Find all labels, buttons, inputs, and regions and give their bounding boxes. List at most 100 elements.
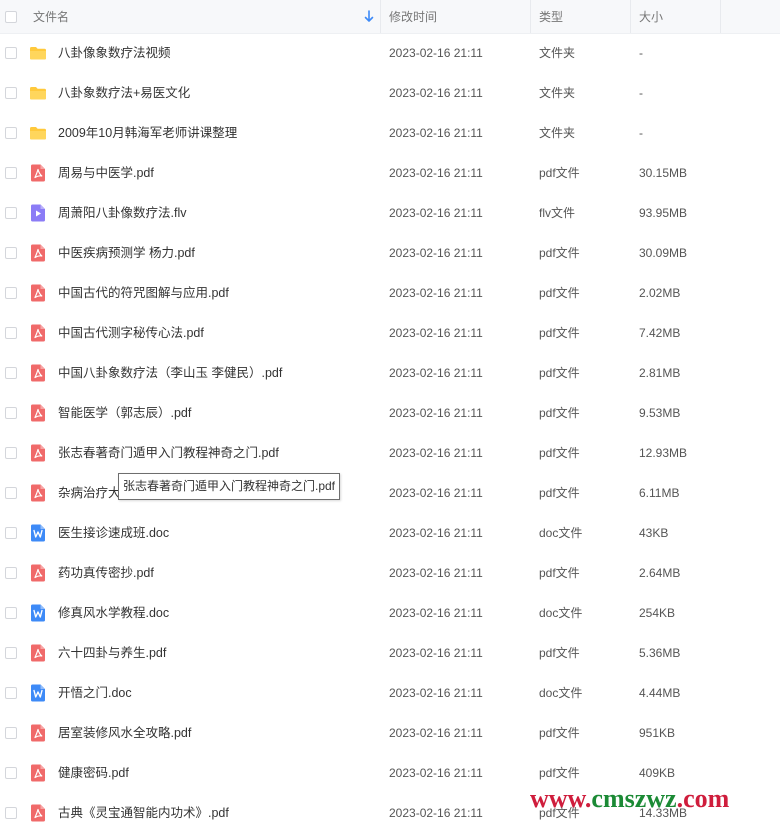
row-checkbox[interactable] (5, 167, 17, 179)
file-modified-time: 2023-02-16 21:11 (389, 446, 483, 460)
row-checkbox[interactable] (5, 487, 17, 499)
file-name-link[interactable]: 修真风水学教程.doc (58, 593, 169, 633)
file-type: doc文件 (539, 686, 583, 700)
file-row[interactable]: 修真风水学教程.doc 2023-02-16 21:11 doc文件 254KB (0, 593, 780, 633)
file-row[interactable]: 开悟之门.doc 2023-02-16 21:11 doc文件 4.44MB (0, 673, 780, 713)
file-name-link[interactable]: 周易与中医学.pdf (58, 153, 154, 193)
file-row[interactable]: 六十四卦与养生.pdf 2023-02-16 21:11 pdf文件 5.36MB (0, 633, 780, 673)
file-name-link[interactable]: 健康密码.pdf (58, 753, 129, 793)
row-checkbox[interactable] (5, 407, 17, 419)
row-checkbox[interactable] (5, 87, 17, 99)
file-name-link[interactable]: 居室装修风水全攻略.pdf (58, 713, 191, 753)
file-type: 文件夹 (539, 126, 576, 140)
file-name-link[interactable]: 杂病治疗大 (58, 473, 121, 513)
file-size: 93.95MB (639, 206, 688, 220)
file-size: 2.02MB (639, 286, 681, 300)
file-size: 2.81MB (639, 366, 681, 380)
word-icon (29, 604, 47, 622)
file-row[interactable]: 医生接诊速成班.doc 2023-02-16 21:11 doc文件 43KB (0, 513, 780, 553)
row-checkbox[interactable] (5, 727, 17, 739)
file-size: 254KB (639, 606, 676, 620)
row-checkbox[interactable] (5, 527, 17, 539)
row-checkbox[interactable] (5, 687, 17, 699)
file-name-link[interactable]: 六十四卦与养生.pdf (58, 633, 166, 673)
row-checkbox[interactable] (5, 207, 17, 219)
row-checkbox[interactable] (5, 127, 17, 139)
file-type: pdf文件 (539, 646, 580, 660)
file-name-link[interactable]: 八卦像象数疗法视频 (58, 33, 171, 73)
file-name-link[interactable]: 2009年10月韩海军老师讲课整理 (58, 113, 237, 153)
file-modified-time: 2023-02-16 21:11 (389, 646, 483, 660)
file-modified-time: 2023-02-16 21:11 (389, 486, 483, 500)
row-checkbox[interactable] (5, 287, 17, 299)
row-checkbox[interactable] (5, 767, 17, 779)
file-type: pdf文件 (539, 486, 580, 500)
file-row[interactable]: 周萧阳八卦像数疗法.flv 2023-02-16 21:11 flv文件 93.95M… (0, 193, 780, 233)
column-divider[interactable] (720, 0, 721, 33)
watermark-domain: cmszwz (591, 784, 677, 813)
pdf-icon (29, 364, 47, 382)
file-name-link[interactable]: 八卦象数疗法+易医文化 (58, 73, 190, 113)
row-checkbox[interactable] (5, 47, 17, 59)
file-row[interactable]: 智能医学（郭志辰）.pdf 2023-02-16 21:11 pdf文件 9.53MB (0, 393, 780, 433)
pdf-icon (29, 404, 47, 422)
file-row[interactable]: 中国古代的符咒图解与应用.pdf 2023-02-16 21:11 pdf文件 2.0… (0, 273, 780, 313)
row-checkbox[interactable] (5, 327, 17, 339)
sort-descending-icon[interactable] (364, 10, 374, 24)
file-size: 6.11MB (639, 486, 680, 500)
column-header-type[interactable]: 类型 (539, 0, 629, 33)
file-size: 7.42MB (639, 326, 681, 340)
file-name-link[interactable]: 中国古代测字秘传心法.pdf (58, 313, 204, 353)
column-header-name[interactable]: 文件名 (33, 0, 373, 33)
row-checkbox[interactable] (5, 647, 17, 659)
column-header-size[interactable]: 大小 (639, 0, 719, 33)
file-size: 9.53MB (639, 406, 681, 420)
file-row[interactable]: 八卦像象数疗法视频 2023-02-16 21:11 文件夹 - (0, 33, 780, 73)
file-name-link[interactable]: 古典《灵宝通智能内功术》.pdf (58, 793, 229, 833)
file-modified-time: 2023-02-16 21:11 (389, 366, 483, 380)
column-divider[interactable] (630, 0, 631, 33)
file-modified-time: 2023-02-16 21:11 (389, 126, 483, 140)
file-list-header: 文件名 修改时间 类型 大小 (0, 0, 780, 34)
row-checkbox[interactable] (5, 607, 17, 619)
file-modified-time: 2023-02-16 21:11 (389, 606, 483, 620)
select-all-checkbox[interactable] (5, 11, 17, 23)
file-name-link[interactable]: 中国八卦象数疗法（李山玉 李健民）.pdf (58, 353, 282, 393)
file-name-link[interactable]: 张志春著奇门遁甲入门教程神奇之门.pdf (58, 433, 279, 473)
file-type: flv文件 (539, 206, 576, 220)
file-name-link[interactable]: 智能医学（郭志辰）.pdf (58, 393, 191, 433)
row-checkbox[interactable] (5, 567, 17, 579)
file-row[interactable]: 中国八卦象数疗法（李山玉 李健民）.pdf 2023-02-16 21:11 pdf… (0, 353, 780, 393)
file-size: 12.93MB (639, 446, 688, 460)
column-divider[interactable] (530, 0, 531, 33)
file-modified-time: 2023-02-16 21:11 (389, 246, 483, 260)
folder-icon (29, 124, 47, 142)
file-modified-time: 2023-02-16 21:11 (389, 206, 483, 220)
file-name-link[interactable]: 药功真传密抄.pdf (58, 553, 154, 593)
file-name-link[interactable]: 中国古代的符咒图解与应用.pdf (58, 273, 229, 313)
file-row[interactable]: 八卦象数疗法+易医文化 2023-02-16 21:11 文件夹 - (0, 73, 780, 113)
file-name-link[interactable]: 开悟之门.doc (58, 673, 132, 713)
row-checkbox[interactable] (5, 807, 17, 819)
file-name-link[interactable]: 周萧阳八卦像数疗法.flv (58, 193, 186, 233)
file-name-link[interactable]: 医生接诊速成班.doc (58, 513, 169, 553)
file-type: 文件夹 (539, 86, 576, 100)
file-row[interactable]: 中国古代测字秘传心法.pdf 2023-02-16 21:11 pdf文件 7.42M… (0, 313, 780, 353)
row-checkbox[interactable] (5, 247, 17, 259)
file-row[interactable]: 居室装修风水全攻略.pdf 2023-02-16 21:11 pdf文件 951KB (0, 713, 780, 753)
file-row[interactable]: 中医疾病预测学 杨力.pdf 2023-02-16 21:11 pdf文件 30.09… (0, 233, 780, 273)
pdf-icon (29, 644, 47, 662)
file-row[interactable]: 杂病治疗大 2023-02-16 21:11 pdf文件 6.11MB (0, 473, 780, 513)
column-header-modified[interactable]: 修改时间 (389, 0, 529, 33)
file-row[interactable]: 2009年10月韩海军老师讲课整理 2023-02-16 21:11 文件夹 - (0, 113, 780, 153)
row-checkbox[interactable] (5, 367, 17, 379)
file-name-link[interactable]: 中医疾病预测学 杨力.pdf (58, 233, 195, 273)
file-row[interactable]: 张志春著奇门遁甲入门教程神奇之门.pdf 2023-02-16 21:11 pdf文… (0, 433, 780, 473)
word-icon (29, 524, 47, 542)
column-divider[interactable] (380, 0, 381, 33)
file-row[interactable]: 药功真传密抄.pdf 2023-02-16 21:11 pdf文件 2.64MB (0, 553, 780, 593)
file-modified-time: 2023-02-16 21:11 (389, 526, 483, 540)
row-checkbox[interactable] (5, 447, 17, 459)
file-row[interactable]: 周易与中医学.pdf 2023-02-16 21:11 pdf文件 30.15MB (0, 153, 780, 193)
file-size: 951KB (639, 726, 676, 740)
